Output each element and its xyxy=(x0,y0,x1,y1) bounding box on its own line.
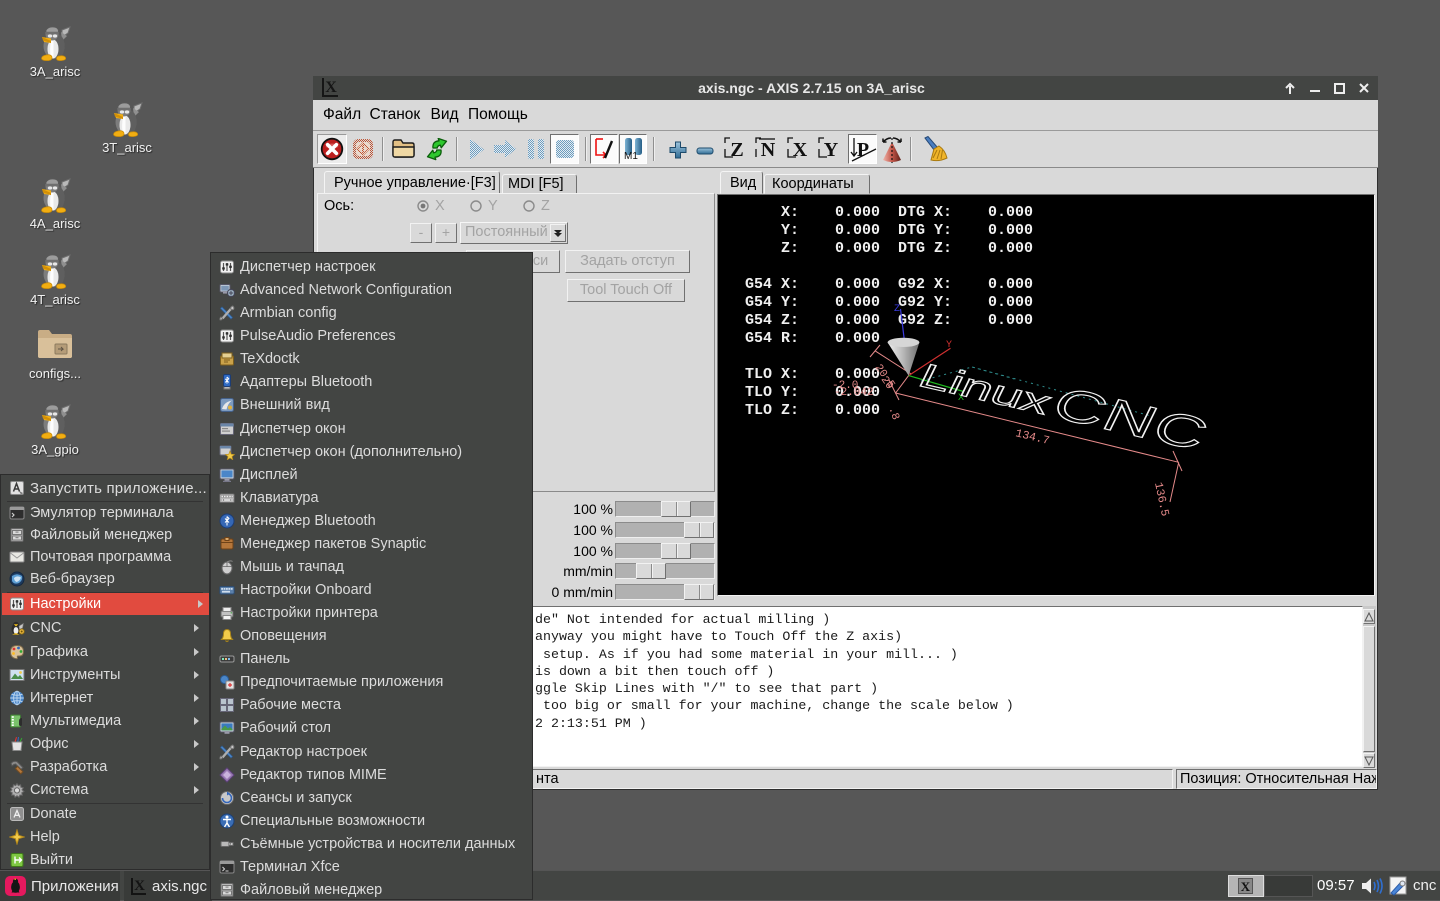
svg-text:Linux: Linux xyxy=(913,356,1059,421)
svg-text:-2.042: -2.042 xyxy=(834,387,874,399)
svg-text:M1: M1 xyxy=(624,151,638,160)
svg-text:CNC: CNC xyxy=(1044,377,1217,460)
svg-text:Z: Z xyxy=(894,304,900,315)
svg-text:.8: .8 xyxy=(885,405,901,422)
svg-text:136.5: 136.5 xyxy=(1151,481,1171,518)
svg-text:Y: Y xyxy=(946,340,952,351)
svg-text:134.7: 134.7 xyxy=(1014,427,1051,448)
